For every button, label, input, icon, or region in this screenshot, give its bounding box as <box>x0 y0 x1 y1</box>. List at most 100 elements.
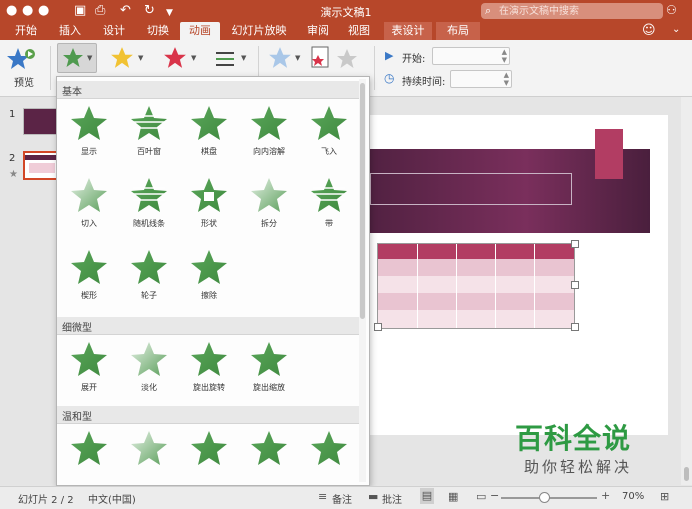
effect-label: 向内溶解 <box>253 147 285 156</box>
animation-effect-item[interactable]: 带 <box>299 172 359 236</box>
close-window-icon[interactable]: ● <box>6 3 17 19</box>
animation-effect-item[interactable] <box>239 425 299 485</box>
effect-star-icon <box>71 250 107 284</box>
tab-slideshow[interactable]: 幻灯片放映 <box>226 22 292 40</box>
resize-handle[interactable] <box>571 281 579 289</box>
tab-view[interactable]: 视图 <box>342 22 376 40</box>
animation-effect-item[interactable]: 显示 <box>59 100 119 164</box>
tab-layout[interactable]: 布局 <box>436 22 480 40</box>
chevron-down-icon[interactable]: ▼ <box>241 54 246 62</box>
animation-effect-item[interactable]: 棋盘 <box>179 100 239 164</box>
animation-effect-item[interactable]: 淡化 <box>119 336 179 400</box>
reading-view-icon[interactable]: ▭ <box>476 490 486 503</box>
tab-design[interactable]: 设计 <box>96 22 132 40</box>
collapse-ribbon-icon[interactable]: ⌄ <box>672 24 680 35</box>
normal-view-icon[interactable]: ▤ <box>420 488 434 504</box>
section-label: 细微型 <box>62 323 92 334</box>
effect-label: 拆分 <box>261 219 277 228</box>
animation-effect-item[interactable]: 擦除 <box>179 244 239 308</box>
scroll-thumb[interactable] <box>684 467 689 481</box>
animation-effect-item[interactable]: 展开 <box>59 336 119 400</box>
animation-effect-item[interactable] <box>119 425 179 485</box>
slide-number: 2 <box>9 153 16 164</box>
resize-handle[interactable] <box>571 323 579 331</box>
preview-star-icon[interactable] <box>6 46 36 72</box>
duration-stepper[interactable]: ▲ ▼ <box>450 70 512 88</box>
play-icon: ▶ <box>385 49 394 62</box>
spinner-icon: ▲ ▼ <box>503 71 509 87</box>
scroll-thumb[interactable] <box>360 83 365 319</box>
appear-effect-button[interactable]: ▼ <box>57 43 97 73</box>
feedback-smiley-icon[interactable]: ☺ <box>642 23 656 38</box>
effect-label: 切入 <box>81 219 97 228</box>
tab-table-design[interactable]: 表设计 <box>384 22 432 40</box>
slide-sorter-icon[interactable]: ▦ <box>448 490 458 503</box>
animation-effect-item[interactable]: 轮子 <box>119 244 179 308</box>
animation-effect-item[interactable]: 楔形 <box>59 244 119 308</box>
language-indicator[interactable]: 中文(中国) <box>88 491 136 506</box>
title-placeholder[interactable] <box>370 173 572 205</box>
animation-effect-item[interactable] <box>179 425 239 485</box>
zoom-level[interactable]: 70% <box>622 491 644 502</box>
yellow-star-icon[interactable] <box>110 46 134 70</box>
undo-icon[interactable]: ↶ <box>120 3 131 19</box>
table-row <box>378 293 574 310</box>
comments-button[interactable]: 批注 <box>382 491 402 506</box>
resize-handle[interactable] <box>571 240 579 248</box>
start-label: 开始: <box>402 54 426 65</box>
effect-label: 随机线条 <box>133 219 165 228</box>
animation-pane-icon[interactable] <box>310 45 332 71</box>
zoom-out-icon[interactable]: − <box>490 489 499 502</box>
tab-insert[interactable]: 插入 <box>52 22 88 40</box>
zoom-slider-handle[interactable] <box>539 492 550 503</box>
animation-effect-item[interactable] <box>299 425 359 485</box>
animation-effect-item[interactable]: 百叶窗 <box>119 100 179 164</box>
slide-thumbnail-1[interactable] <box>23 108 59 135</box>
animation-gallery-dropdown: 基本 细微型 温和型 显示 百叶窗 棋盘 向内溶解 飞入 切入 随机线条 形状 拆分 带楔形 轮子 擦… <box>56 76 370 486</box>
resize-handle[interactable] <box>374 323 382 331</box>
chevron-down-icon[interactable]: ▼ <box>138 54 143 62</box>
zoom-window-icon[interactable]: ● <box>38 3 49 19</box>
preview-label[interactable]: 预览 <box>14 74 34 89</box>
tab-home[interactable]: 开始 <box>8 22 44 40</box>
search-input[interactable] <box>499 4 657 18</box>
animation-effect-item[interactable]: 形状 <box>179 172 239 236</box>
start-select[interactable]: ▲ ▼ <box>432 47 510 65</box>
redo-icon[interactable]: ↻ <box>144 3 155 19</box>
animation-effect-item[interactable]: 旋出旋转 <box>179 336 239 400</box>
animation-effect-item[interactable]: 向内溶解 <box>239 100 299 164</box>
ribbon-separator <box>50 46 51 90</box>
gallery-scrollbar[interactable] <box>359 79 366 482</box>
effect-options-star-icon[interactable] <box>268 46 292 70</box>
tab-animations[interactable]: 动画 <box>180 22 220 40</box>
slide-table[interactable] <box>377 243 575 329</box>
minimize-window-icon[interactable]: ● <box>22 3 33 19</box>
vertical-scrollbar[interactable] <box>681 97 692 485</box>
watermark-subtitle: 助你轻松解决 <box>524 458 633 476</box>
animation-effect-item[interactable]: 飞入 <box>299 100 359 164</box>
table-col-divider <box>456 244 457 328</box>
red-star-icon[interactable] <box>163 46 187 70</box>
animation-marker-icon: ★ <box>9 169 18 180</box>
print-icon[interactable]: ⎙ <box>95 3 105 19</box>
tab-review[interactable]: 审阅 <box>302 22 334 40</box>
animation-effect-item[interactable] <box>59 425 119 485</box>
share-user-icon[interactable]: ⚇ <box>666 3 677 17</box>
search-box[interactable]: ⌕ <box>481 3 663 19</box>
fit-to-window-icon[interactable]: ⊞ <box>660 490 669 503</box>
animation-effect-item[interactable]: 旋出缩放 <box>239 336 299 400</box>
zoom-in-icon[interactable]: + <box>601 489 610 502</box>
slide-canvas[interactable] <box>340 115 668 435</box>
customize-toolbar-icon[interactable]: ▼ <box>166 5 173 21</box>
chevron-down-icon[interactable]: ▼ <box>295 54 300 62</box>
effect-star-icon <box>71 431 107 465</box>
trigger-icon[interactable] <box>336 48 358 70</box>
animation-effect-item[interactable]: 切入 <box>59 172 119 236</box>
notes-button[interactable]: 备注 <box>332 491 352 506</box>
animation-effect-item[interactable]: 拆分 <box>239 172 299 236</box>
motion-path-icon[interactable] <box>214 49 238 69</box>
tab-transitions[interactable]: 切换 <box>140 22 176 40</box>
save-icon[interactable]: ▣ <box>74 3 86 19</box>
animation-effect-item[interactable]: 随机线条 <box>119 172 179 236</box>
chevron-down-icon[interactable]: ▼ <box>191 54 196 62</box>
